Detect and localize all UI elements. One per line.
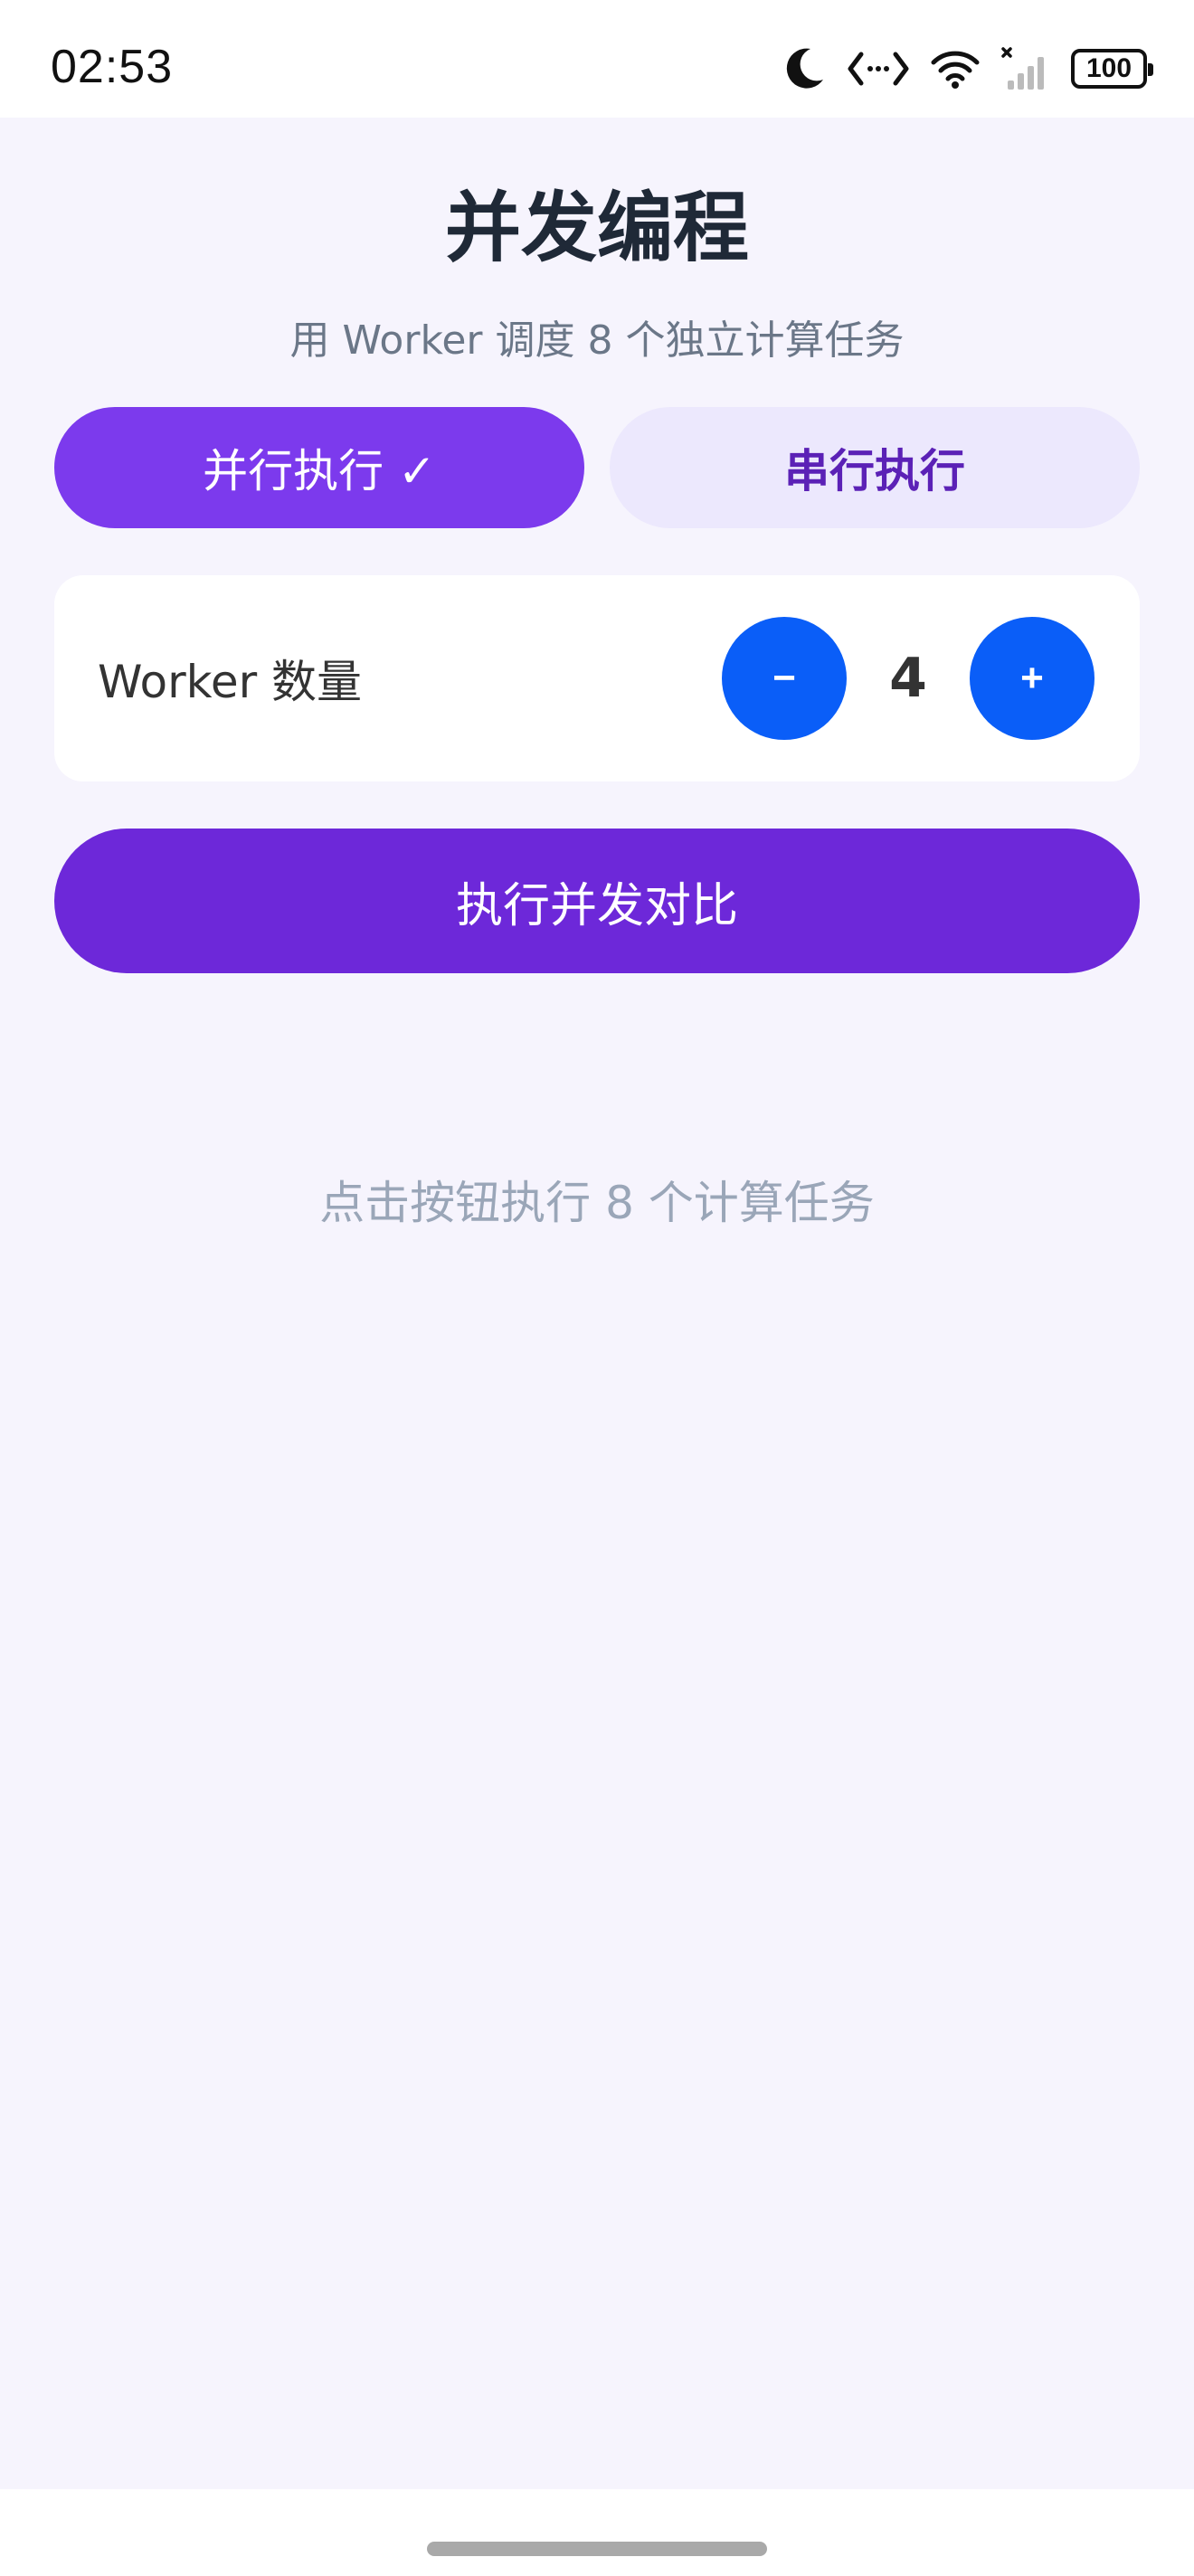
parallel-mode-button[interactable]: 并行执行 ✓ (54, 407, 584, 528)
moon-icon (783, 45, 827, 92)
worker-count-value: 4 (889, 647, 927, 710)
home-indicator[interactable] (427, 2542, 767, 2556)
battery-icon: 100 (1071, 49, 1153, 89)
wifi-icon (930, 48, 981, 90)
run-comparison-button[interactable]: 执行并发对比 (54, 829, 1140, 973)
gesture-bar (0, 2489, 1194, 2576)
increment-button[interactable]: + (970, 617, 1094, 740)
signal-icon (1000, 46, 1051, 91)
decrement-button[interactable]: − (722, 617, 847, 740)
main-content: 并发编程 用 Worker 调度 8 个独立计算任务 并行执行 ✓ 串行执行 W… (0, 118, 1194, 2489)
worker-count-card: Worker 数量 − 4 + (54, 575, 1140, 781)
status-time: 02:53 (51, 41, 174, 93)
status-bar: 02:53 100 (0, 0, 1194, 118)
status-icons: 100 (783, 40, 1153, 98)
code-arrows-icon (847, 49, 910, 89)
page-subtitle: 用 Worker 调度 8 个独立计算任务 (289, 317, 905, 364)
result-hint: 点击按钮执行 8 个计算任务 (319, 1177, 875, 1229)
serial-mode-button[interactable]: 串行执行 (610, 407, 1140, 528)
page-title: 并发编程 (444, 184, 749, 272)
worker-count-label: Worker 数量 (98, 656, 363, 708)
